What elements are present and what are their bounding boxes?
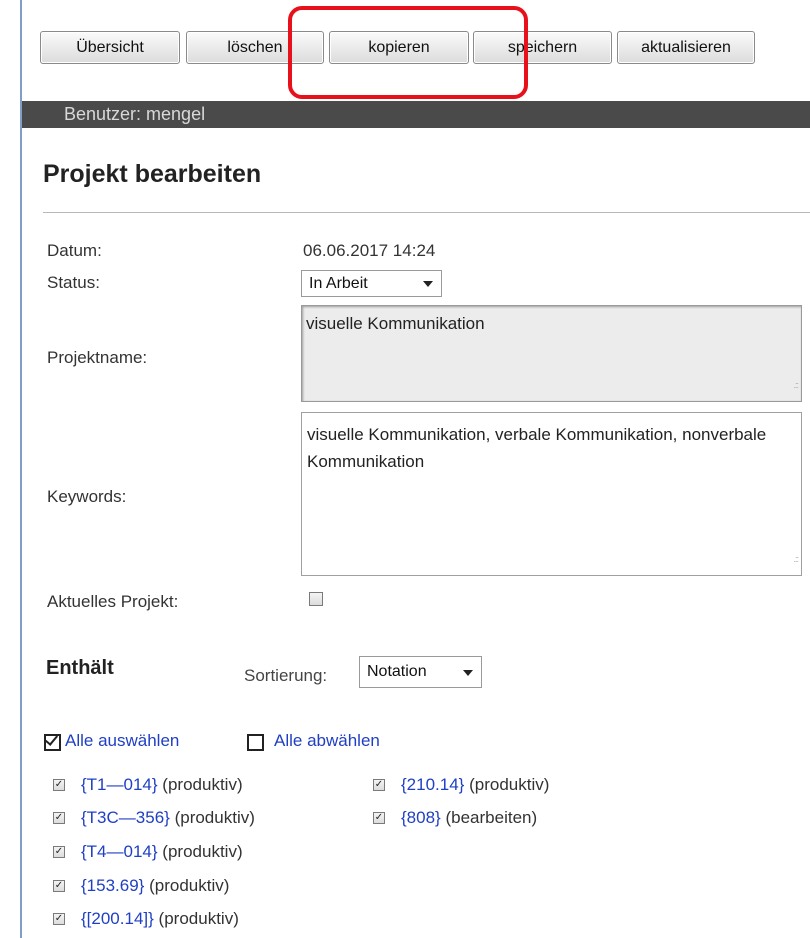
item-state: (produktiv) (469, 775, 550, 794)
item-state: (produktiv) (162, 775, 243, 794)
keywords-field[interactable]: visuelle Kommunikation, verbale Kommunik… (301, 412, 802, 576)
select-all-checkbox-icon[interactable] (44, 734, 61, 751)
select-all-link[interactable]: Alle auswählen (65, 731, 179, 751)
chevron-down-icon (463, 670, 473, 676)
left-border (20, 0, 22, 938)
refresh-button[interactable]: aktualisieren (617, 31, 755, 64)
overview-button[interactable]: Übersicht (40, 31, 180, 64)
item-code-link[interactable]: {153.69} (81, 876, 144, 895)
item-state: (produktiv) (174, 808, 255, 827)
item-checkbox[interactable]: ✓ (53, 913, 65, 925)
user-bar-text: Benutzer: mengel (64, 104, 206, 124)
resize-grip-icon[interactable]: .:: (793, 546, 798, 573)
item-checkbox[interactable]: ✓ (53, 779, 65, 791)
item-code-link[interactable]: {T4—014} (81, 842, 158, 861)
keywords-value: visuelle Kommunikation, verbale Kommunik… (307, 425, 767, 471)
item-checkbox[interactable]: ✓ (53, 880, 65, 892)
resize-grip-icon[interactable]: .:: (793, 372, 798, 399)
item-checkbox[interactable]: ✓ (53, 846, 65, 858)
current-project-label: Aktuelles Projekt: (47, 592, 179, 611)
list-item: {808} (bearbeiten) (401, 808, 537, 828)
item-state: (produktiv) (149, 876, 230, 895)
item-state: (produktiv) (158, 909, 239, 928)
title-divider (43, 212, 810, 213)
item-state: (bearbeiten) (445, 808, 538, 827)
user-bar: Benutzer: mengel (22, 101, 810, 128)
status-select-value: In Arbeit (309, 274, 368, 292)
sort-label: Sortierung: (244, 666, 328, 685)
item-checkbox[interactable]: ✓ (373, 812, 385, 824)
project-name-label: Projektname: (47, 348, 148, 367)
status-label: Status: (47, 273, 100, 292)
item-checkbox[interactable]: ✓ (373, 779, 385, 791)
item-state: (produktiv) (162, 842, 243, 861)
list-item: {T1—014} (produktiv) (81, 775, 243, 795)
keywords-label: Keywords: (47, 487, 127, 506)
current-project-checkbox[interactable] (309, 592, 323, 606)
sort-select[interactable]: Notation (359, 656, 482, 688)
deselect-all-link[interactable]: Alle abwählen (274, 731, 380, 751)
item-code-link[interactable]: {T3C—356} (81, 808, 170, 827)
list-item: {153.69} (produktiv) (81, 876, 229, 896)
list-item: {210.14} (produktiv) (401, 775, 549, 795)
page-title: Projekt bearbeiten (43, 160, 262, 188)
item-checkbox[interactable]: ✓ (53, 812, 65, 824)
contains-heading: Enthält (46, 657, 114, 679)
list-item: {[200.14]} (produktiv) (81, 909, 239, 929)
item-code-link[interactable]: {T1—014} (81, 775, 158, 794)
item-code-link[interactable]: {210.14} (401, 775, 464, 794)
highlight-annotation (288, 6, 528, 99)
status-select[interactable]: In Arbeit (301, 270, 442, 297)
list-item: {T4—014} (produktiv) (81, 842, 243, 862)
list-item: {T3C—356} (produktiv) (81, 808, 255, 828)
sort-select-value: Notation (367, 663, 427, 680)
chevron-down-icon (423, 281, 433, 287)
item-code-link[interactable]: {[200.14]} (81, 909, 154, 928)
deselect-all-checkbox-icon[interactable] (247, 734, 264, 751)
date-label: Datum: (47, 241, 102, 260)
item-code-link[interactable]: {808} (401, 808, 441, 827)
project-name-value: visuelle Kommunikation (306, 314, 485, 333)
date-value: 06.06.2017 14:24 (303, 241, 436, 260)
project-name-field[interactable]: visuelle Kommunikation .:: (301, 305, 802, 402)
